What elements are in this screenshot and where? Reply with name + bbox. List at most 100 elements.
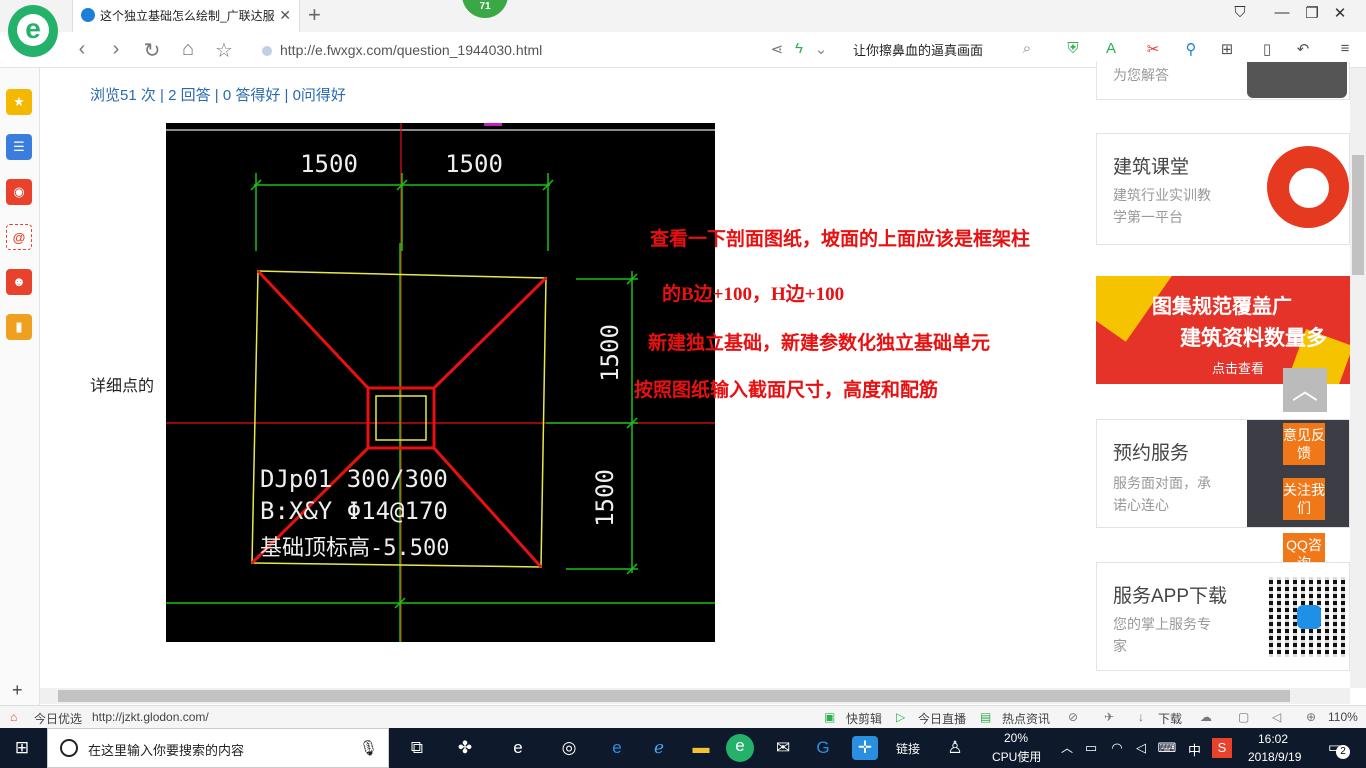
ie-e-icon[interactable]: e: [505, 736, 531, 760]
clock-date[interactable]: 2018/9/19: [1248, 750, 1301, 764]
mail-icon[interactable]: @: [6, 224, 32, 250]
plus-app-icon[interactable]: ✛: [852, 736, 878, 760]
cad-dim-right-bottom: 1500: [591, 469, 619, 527]
status-item-download[interactable]: 下载: [1158, 710, 1182, 727]
answer-card[interactable]: 为您解答: [1096, 62, 1350, 100]
status-bar: ⌂ 今日优选 http://jzkt.glodon.com/ ▣ 快剪辑 ▷ 今…: [0, 705, 1366, 728]
card-sub2: 学第一平台: [1113, 209, 1183, 225]
notes-icon[interactable]: ▮: [6, 314, 32, 340]
internet-explorer-icon[interactable]: ℯ: [646, 736, 672, 760]
favorites-icon[interactable]: ★: [6, 89, 32, 115]
task-view-icon[interactable]: ⧉: [404, 736, 430, 760]
tab-active[interactable]: 这个独立基础怎么绘制_广联达服 ✕: [72, 0, 300, 32]
sogou-icon[interactable]: S: [1212, 738, 1232, 758]
microphone-icon[interactable]: 🎙: [359, 739, 378, 757]
undo-icon[interactable]: ↶: [1292, 40, 1314, 58]
zoom-level[interactable]: 110%: [1328, 710, 1358, 724]
pin-icon[interactable]: ✈: [1104, 710, 1114, 724]
live-icon: ▷: [896, 710, 906, 724]
status-item-live[interactable]: 今日直播: [918, 710, 966, 727]
zoom-icon: ⊕: [1306, 710, 1317, 724]
minimize-button[interactable]: —: [1268, 4, 1296, 21]
menu-icon[interactable]: ≡: [1334, 40, 1356, 57]
banner-button[interactable]: 点击查看: [1212, 358, 1264, 377]
mail-task-icon[interactable]: ✉: [770, 736, 796, 760]
cad-drawing-image: 1500 1500 1500 1500 DJp01 300/300 B:X&Y …: [166, 123, 715, 642]
card-title: 服务APP下载: [1113, 586, 1228, 607]
favorite-star-icon[interactable]: ☆: [212, 38, 236, 63]
skin-icon[interactable]: ⛉: [1226, 4, 1254, 21]
swirl-app-icon[interactable]: ◎: [556, 736, 582, 760]
feedback-button[interactable]: 意见反馈: [1283, 423, 1325, 465]
file-explorer-icon[interactable]: ▬: [688, 736, 714, 760]
game-icon[interactable]: ☻: [6, 269, 32, 295]
home-icon[interactable]: ⌂: [176, 38, 200, 61]
add-sidebar-icon[interactable]: +: [12, 680, 23, 701]
magnifier-icon[interactable]: ⚲: [1180, 40, 1202, 58]
tab-close-icon[interactable]: ✕: [279, 7, 291, 24]
scissors-icon[interactable]: ✂: [1142, 40, 1164, 58]
tray-chevron-icon[interactable]: ︿: [1054, 736, 1080, 760]
network-icon[interactable]: ⊘: [1068, 710, 1078, 724]
new-tab-button[interactable]: +: [308, 2, 321, 28]
apps-icon[interactable]: ⊞: [1216, 40, 1238, 58]
card-sub1: 您的掌上服务专: [1113, 616, 1211, 632]
status-item-clip[interactable]: 快剪辑: [846, 710, 882, 727]
app-download-card[interactable]: 服务APP下载 您的掌上服务专 家: [1096, 562, 1350, 671]
back-to-top-button[interactable]: ︿: [1283, 368, 1327, 412]
forward-icon[interactable]: ›: [104, 38, 128, 61]
browser-task-icon[interactable]: e: [726, 734, 754, 762]
question-stats[interactable]: 浏览51 次 | 2 回答 | 0 答得好 | 0问得好: [90, 84, 346, 105]
vertical-scroll-thumb[interactable]: [1352, 155, 1364, 275]
wifi-icon[interactable]: ◠: [1104, 736, 1130, 760]
links-toolbar[interactable]: 链接: [896, 740, 920, 757]
edge-icon[interactable]: e: [604, 736, 630, 760]
browser-logo-icon[interactable]: e: [8, 5, 58, 57]
battery-icon[interactable]: ▭: [1078, 736, 1104, 760]
ime-indicator[interactable]: 中: [1188, 740, 1201, 759]
banner-line-1: 图集规范覆盖广: [1152, 296, 1292, 318]
building-class-card[interactable]: 建筑课堂 建筑行业实训教 学第一平台: [1096, 133, 1350, 245]
gift-icon[interactable]: ⌂: [10, 710, 17, 724]
shield-icon[interactable]: ⛨: [1062, 40, 1084, 57]
url-text: http://e.fwxgx.com/question_1944030.html: [280, 42, 543, 58]
clock-time[interactable]: 16:02: [1258, 732, 1288, 746]
address-bar[interactable]: http://e.fwxgx.com/question_1944030.html: [262, 38, 762, 62]
reader-icon[interactable]: ▯: [1256, 40, 1278, 58]
translate-icon[interactable]: A: [1100, 40, 1122, 57]
taskbar-search[interactable]: 在这里输入你要搜索的内容 🎙: [47, 728, 389, 768]
speed-icon[interactable]: ϟ: [788, 40, 810, 57]
windows-start-icon[interactable]: ⊞: [9, 736, 35, 760]
service-person-image: [1247, 62, 1347, 98]
close-window-button[interactable]: ✕: [1326, 4, 1354, 22]
search-box[interactable]: 让你擦鼻血的逼真画面: [853, 40, 983, 59]
cad-dim-right-top: 1500: [596, 324, 624, 382]
follow-us-button[interactable]: 关注我们: [1283, 478, 1325, 520]
search-icon[interactable]: ⌕: [1016, 40, 1038, 57]
today-pick-link[interactable]: 今日优选: [34, 710, 82, 727]
notification-count: 2: [1336, 745, 1350, 759]
list-icon[interactable]: ☰: [6, 134, 32, 160]
g-app-icon[interactable]: G: [810, 736, 836, 760]
cad-dim-top-right: 1500: [445, 150, 503, 178]
cloud-icon[interactable]: ☁: [1200, 710, 1212, 724]
horizontal-scroll-thumb[interactable]: [58, 690, 1290, 702]
back-icon[interactable]: ‹: [70, 38, 94, 61]
status-item-news[interactable]: 热点资讯: [1002, 710, 1050, 727]
maximize-button[interactable]: ❐: [1298, 4, 1326, 22]
keyboard-icon[interactable]: ⌨: [1154, 736, 1180, 760]
cad-label-line3: 基础顶标高-5.500: [260, 536, 449, 561]
people-icon[interactable]: ♙: [942, 736, 968, 760]
fan-app-icon[interactable]: ✤: [452, 736, 478, 760]
volume-tray-icon[interactable]: ◁: [1128, 736, 1154, 760]
volume-icon[interactable]: ◁: [1272, 710, 1281, 724]
window-icon[interactable]: ▢: [1238, 710, 1249, 724]
card-sub1: 服务面对面，承: [1113, 475, 1211, 491]
chevron-down-icon[interactable]: ⌄: [810, 40, 832, 58]
qr-code-image: [1269, 577, 1349, 657]
refresh-icon[interactable]: ↻: [140, 38, 164, 63]
weibo-icon[interactable]: ◉: [6, 179, 32, 205]
annotation-line-3: 新建独立基础，新建参数化独立基础单元: [648, 333, 991, 354]
flame-logo-icon: [1267, 146, 1349, 228]
share-icon[interactable]: ⋖: [766, 40, 788, 58]
